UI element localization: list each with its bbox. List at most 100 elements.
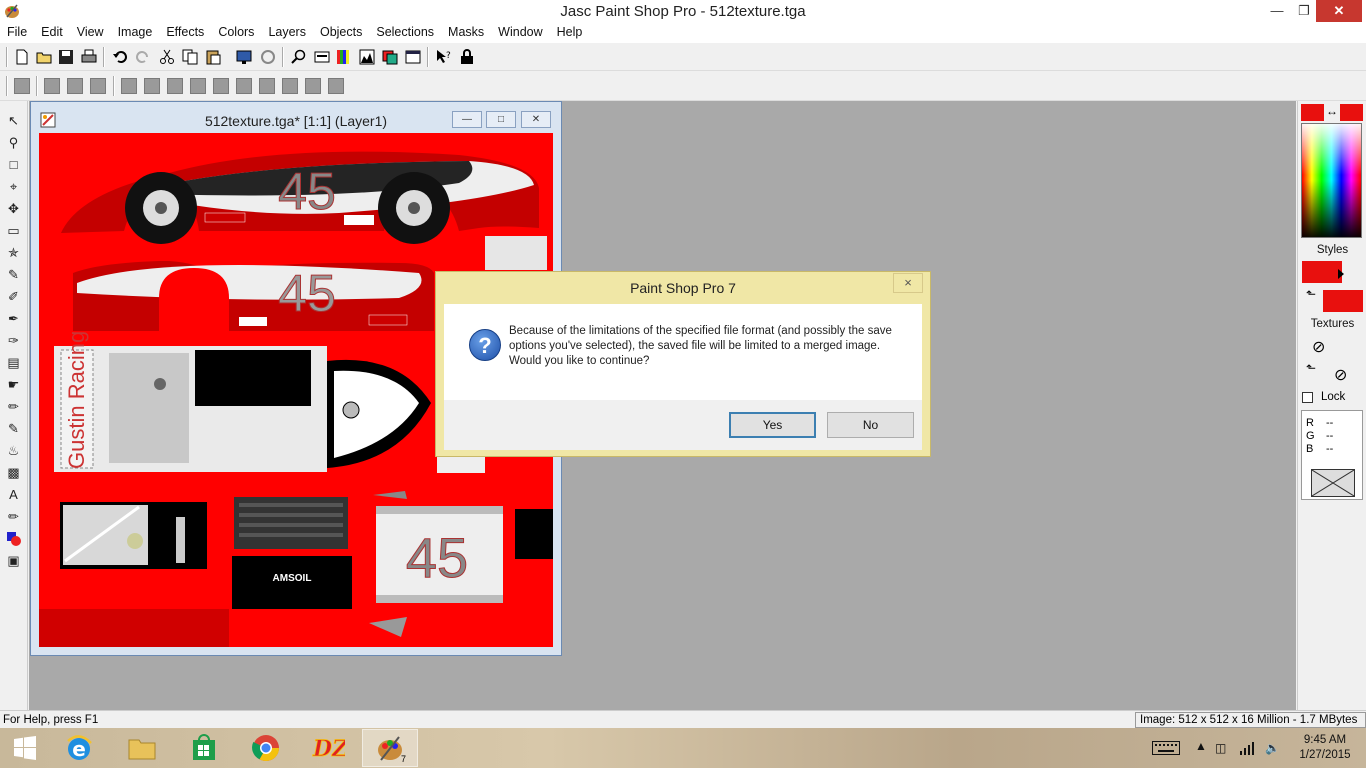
copy-icon[interactable] xyxy=(181,48,199,66)
lock-checkbox[interactable] xyxy=(1302,392,1313,403)
background-color-swatch[interactable] xyxy=(1340,104,1363,121)
skew-icon[interactable] xyxy=(67,78,83,94)
image-window-titlebar[interactable]: 512texture.tga* [1:1] (Layer1) — □ ✕ xyxy=(31,102,561,132)
cutout-icon[interactable] xyxy=(167,78,183,94)
browser-icon[interactable] xyxy=(259,48,277,66)
image-maximize-button[interactable]: □ xyxy=(486,111,516,128)
new-file-icon[interactable] xyxy=(13,48,31,66)
redo-icon[interactable] xyxy=(134,48,152,66)
taskbar-internet-explorer[interactable]: e xyxy=(51,729,107,767)
image-close-button[interactable]: ✕ xyxy=(521,111,551,128)
menu-colors[interactable]: Colors xyxy=(211,23,261,43)
picture-tube-icon[interactable]: ✎ xyxy=(4,419,23,438)
paint-brush-icon[interactable]: ✐ xyxy=(4,287,23,306)
swap-colors-icon[interactable]: ↔ xyxy=(1325,104,1339,121)
background-texture-none-icon[interactable]: ⊘ xyxy=(1334,365,1347,385)
save-icon[interactable] xyxy=(57,48,75,66)
taskbar-chrome[interactable] xyxy=(238,729,294,767)
blur-icon[interactable] xyxy=(213,78,229,94)
retouch-tool-icon[interactable]: ▤ xyxy=(4,353,23,372)
edge-icon[interactable] xyxy=(282,78,298,94)
distort-icon[interactable] xyxy=(328,78,344,94)
print-icon[interactable] xyxy=(80,48,98,66)
menu-layers[interactable]: Layers xyxy=(261,23,313,43)
drop-shadow-icon[interactable] xyxy=(190,78,206,94)
taskbar-file-explorer[interactable] xyxy=(114,729,170,767)
style-dropdown-icon[interactable] xyxy=(1338,269,1344,279)
clone-brush-icon[interactable]: ✒ xyxy=(4,309,23,328)
volume-icon[interactable]: 🔈 xyxy=(1265,741,1280,755)
zoom-icon[interactable] xyxy=(290,48,308,66)
undo-icon[interactable] xyxy=(111,48,129,66)
menu-image[interactable]: Image xyxy=(111,23,160,43)
dropper-tool-icon[interactable]: ✎ xyxy=(4,265,23,284)
tray-clock[interactable]: 9:45 AM 1/27/2015 xyxy=(1290,733,1360,763)
menu-effects[interactable]: Effects xyxy=(159,23,211,43)
draw-tool-icon[interactable]: ✏ xyxy=(4,507,23,526)
minimize-button[interactable]: — xyxy=(1262,0,1292,22)
preset-shapes-icon[interactable] xyxy=(4,529,23,548)
zoom-tool-icon[interactable]: ⚲ xyxy=(4,133,23,152)
open-folder-icon[interactable] xyxy=(35,48,53,66)
start-button[interactable] xyxy=(0,729,50,767)
taskbar-paint-shop-pro[interactable]: 7 xyxy=(362,729,418,767)
show-hidden-icons[interactable]: ▲ xyxy=(1195,739,1207,753)
tool-options-icon[interactable] xyxy=(404,48,422,66)
lock-toolbar-icon[interactable] xyxy=(458,48,476,66)
foreground-style-swatch[interactable] xyxy=(1302,261,1342,283)
selection-tool-icon[interactable]: ▭ xyxy=(4,221,23,240)
flood-fill-icon[interactable]: ▩ xyxy=(4,463,23,482)
layer-tool-icon[interactable] xyxy=(14,78,30,94)
taskbar-store[interactable] xyxy=(176,729,232,767)
text-tool-icon[interactable]: A xyxy=(4,485,23,504)
yes-button[interactable]: Yes xyxy=(729,412,816,438)
lasso-tool-icon[interactable]: ✯ xyxy=(4,243,23,262)
mover-tool-icon[interactable]: ✥ xyxy=(4,199,23,218)
scratch-remover-icon[interactable]: ☛ xyxy=(4,375,23,394)
context-help-icon[interactable]: ? xyxy=(435,48,453,66)
flip-icon[interactable] xyxy=(44,78,60,94)
color-picker[interactable] xyxy=(1301,123,1362,238)
foreground-texture-none-icon[interactable]: ⊘ xyxy=(1312,337,1325,357)
color-replacer-icon[interactable]: ✑ xyxy=(4,331,23,350)
emboss-icon[interactable] xyxy=(121,78,137,94)
color-palette-icon[interactable] xyxy=(335,48,353,66)
restore-button[interactable]: ❐ xyxy=(1289,0,1319,22)
background-style-swatch[interactable] xyxy=(1323,290,1363,312)
bevel-icon[interactable] xyxy=(144,78,160,94)
airbrush-icon[interactable]: ♨ xyxy=(4,441,23,460)
display-icon[interactable] xyxy=(235,48,253,66)
object-selector-icon[interactable]: ▣ xyxy=(4,551,23,570)
menu-selections[interactable]: Selections xyxy=(369,23,441,43)
layer-palette-icon[interactable] xyxy=(381,48,399,66)
menu-objects[interactable]: Objects xyxy=(313,23,369,43)
menu-edit[interactable]: Edit xyxy=(34,23,70,43)
crop-tool-icon[interactable]: ⌖ xyxy=(4,177,23,196)
noise-icon[interactable] xyxy=(259,78,275,94)
eraser-tool-icon[interactable]: ✏ xyxy=(4,397,23,416)
menu-help[interactable]: Help xyxy=(550,23,590,43)
histogram-icon[interactable] xyxy=(358,48,376,66)
image-minimize-button[interactable]: — xyxy=(452,111,482,128)
cut-icon[interactable] xyxy=(158,48,176,66)
dialog-close-button[interactable]: × xyxy=(893,273,923,293)
perspective-icon[interactable] xyxy=(90,78,106,94)
network-icon[interactable] xyxy=(1240,741,1256,758)
no-button[interactable]: No xyxy=(827,412,914,438)
menu-masks[interactable]: Masks xyxy=(441,23,491,43)
menu-window[interactable]: Window xyxy=(491,23,549,43)
paste-icon[interactable] xyxy=(204,48,222,66)
swap-styles-icon[interactable]: ⬑ xyxy=(1306,287,1316,301)
arrow-tool-icon[interactable]: ↖ xyxy=(4,111,23,130)
power-icon[interactable]: ◫ xyxy=(1215,741,1226,755)
overview-icon[interactable] xyxy=(313,48,331,66)
deform-tool-icon[interactable]: □ xyxy=(4,155,23,174)
foreground-color-swatch[interactable] xyxy=(1301,104,1324,121)
menu-view[interactable]: View xyxy=(70,23,111,43)
swap-textures-icon[interactable]: ⬑ xyxy=(1306,361,1316,375)
texture-effect-icon[interactable] xyxy=(305,78,321,94)
menu-file[interactable]: File xyxy=(0,23,34,43)
sharpen-icon[interactable] xyxy=(236,78,252,94)
close-button[interactable]: ✕ xyxy=(1316,0,1362,22)
taskbar-dz-app[interactable]: DZ xyxy=(300,729,356,767)
